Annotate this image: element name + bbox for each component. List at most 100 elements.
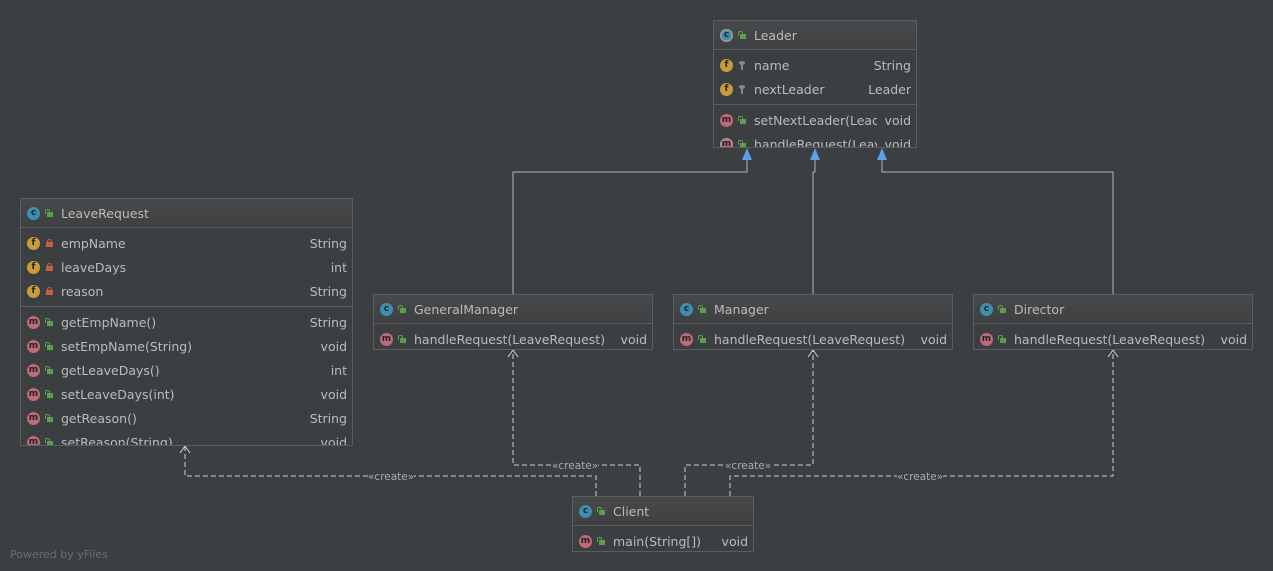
methods-section: m main(String[]) void: [573, 526, 753, 551]
inheritance-generalmanager-leader: [512, 158, 748, 294]
method-name: handleRequest(LeaveRequest): [414, 331, 606, 347]
class-name: Director: [1014, 301, 1065, 317]
class-icon: c: [680, 302, 693, 316]
method-name: setLeaveDays(int): [61, 386, 175, 402]
create-label: «create»: [725, 460, 772, 472]
class-icon: c: [980, 302, 993, 316]
method-type: void: [320, 338, 347, 354]
footer-credit: Powered by yFiles: [10, 548, 108, 561]
class-name: Client: [613, 503, 650, 519]
field-icon: f: [720, 82, 733, 96]
method-row[interactable]: m handleRequest(LeaveRequest) void: [674, 327, 952, 349]
method-name: getLeaveDays(): [61, 362, 160, 378]
method-row[interactable]: m getLeaveDays() int: [21, 358, 352, 382]
field-row[interactable]: f nextLeader Leader: [714, 77, 916, 101]
class-header[interactable]: c Leader: [714, 21, 916, 50]
method-icon: m: [720, 113, 733, 127]
class-header[interactable]: c Director: [974, 295, 1252, 324]
method-row[interactable]: m getEmpName() String: [21, 310, 352, 334]
method-icon: m: [380, 332, 393, 346]
public-visibility-icon: [45, 209, 53, 217]
method-type: void: [884, 112, 911, 128]
method-row[interactable]: m setReason(String) void: [21, 430, 352, 446]
method-icon: m: [579, 534, 592, 548]
field-type: String: [309, 235, 347, 251]
class-name: Leader: [754, 27, 797, 43]
class-header[interactable]: c LeaveRequest: [21, 199, 352, 228]
method-icon: m: [27, 363, 40, 377]
create-label: «create»: [552, 460, 599, 472]
public-visibility-icon: [698, 305, 706, 313]
method-name: getEmpName(): [61, 314, 157, 330]
private-visibility-icon: [45, 239, 53, 247]
methods-section: m getEmpName() String m setEmpName(String) vo…: [21, 307, 352, 446]
methods-section: m handleRequest(LeaveRequest) void: [974, 324, 1252, 349]
field-row[interactable]: f leaveDays int: [21, 255, 352, 279]
method-name: handleRequest(LeaveRequest): [754, 136, 877, 148]
class-name: Manager: [714, 301, 769, 317]
method-row[interactable]: m setEmpName(String) void: [21, 334, 352, 358]
method-icon: m: [27, 387, 40, 401]
method-row[interactable]: m handleRequest(LeaveRequest) void: [714, 132, 916, 148]
method-icon: m: [720, 137, 733, 147]
field-name: reason: [61, 283, 104, 299]
field-row[interactable]: f name String: [714, 53, 916, 77]
method-row[interactable]: m setLeaveDays(int) void: [21, 382, 352, 406]
class-client[interactable]: c Client m main(String[]) void: [572, 496, 754, 552]
method-type: void: [620, 331, 647, 347]
package-visibility-icon: [738, 85, 746, 94]
class-manager[interactable]: c Manager m handleRequest(LeaveRequest) void: [673, 294, 953, 350]
method-type: void: [320, 434, 347, 446]
public-visibility-icon: [45, 390, 53, 398]
public-visibility-icon: [738, 116, 746, 124]
method-icon: m: [27, 339, 40, 353]
dependency-client-generalmanager: [512, 350, 641, 496]
method-name: setNextLeader(Leader): [754, 112, 877, 128]
method-row[interactable]: m handleRequest(LeaveRequest) void: [374, 327, 652, 349]
method-type: void: [884, 136, 911, 148]
method-name: setEmpName(String): [61, 338, 193, 354]
public-visibility-icon: [698, 335, 706, 343]
field-name: leaveDays: [61, 259, 127, 275]
private-visibility-icon: [45, 287, 53, 295]
method-name: getReason(): [61, 410, 137, 426]
method-icon: m: [680, 332, 693, 346]
class-header[interactable]: c Manager: [674, 295, 952, 324]
public-visibility-icon: [738, 31, 746, 39]
public-visibility-icon: [998, 305, 1006, 313]
method-name: handleRequest(LeaveRequest): [1014, 331, 1206, 347]
public-visibility-icon: [398, 335, 406, 343]
class-name: LeaveRequest: [61, 205, 149, 221]
class-header[interactable]: c Client: [573, 497, 753, 526]
class-icon: c: [380, 302, 393, 316]
field-type: int: [330, 259, 347, 275]
field-row[interactable]: f empName String: [21, 231, 352, 255]
create-label: «create»: [368, 471, 415, 483]
inheritance-arrowhead: [810, 148, 820, 160]
inheritance-arrowhead: [742, 148, 752, 160]
method-name: handleRequest(LeaveRequest): [714, 331, 906, 347]
method-row[interactable]: m setNextLeader(Leader) void: [714, 108, 916, 132]
class-director[interactable]: c Director m handleRequest(LeaveRequest) voi…: [973, 294, 1253, 350]
class-icon: c: [27, 206, 40, 220]
method-type: void: [320, 386, 347, 402]
private-visibility-icon: [45, 263, 53, 271]
public-visibility-icon: [398, 305, 406, 313]
method-row[interactable]: m main(String[]) void: [573, 529, 753, 551]
class-icon: c: [720, 28, 733, 42]
class-leaverequest[interactable]: c LeaveRequest f empName String f leaveDays int…: [20, 198, 353, 446]
create-label: «create»: [897, 471, 944, 483]
methods-section: m handleRequest(LeaveRequest) void: [674, 324, 952, 349]
field-row[interactable]: f reason String: [21, 279, 352, 303]
methods-section: m handleRequest(LeaveRequest) void: [374, 324, 652, 349]
method-row[interactable]: m getReason() String: [21, 406, 352, 430]
class-header[interactable]: c GeneralManager: [374, 295, 652, 324]
method-row[interactable]: m handleRequest(LeaveRequest) void: [974, 327, 1252, 349]
class-leader[interactable]: c Leader f name String f nextLeader Leader m setN…: [713, 20, 917, 148]
inheritance-manager-leader: [812, 158, 816, 294]
public-visibility-icon: [597, 507, 605, 515]
method-icon: m: [27, 411, 40, 425]
field-icon: f: [720, 58, 733, 72]
class-generalmanager[interactable]: c GeneralManager m handleRequest(LeaveReque…: [373, 294, 653, 350]
method-type: void: [920, 331, 947, 347]
